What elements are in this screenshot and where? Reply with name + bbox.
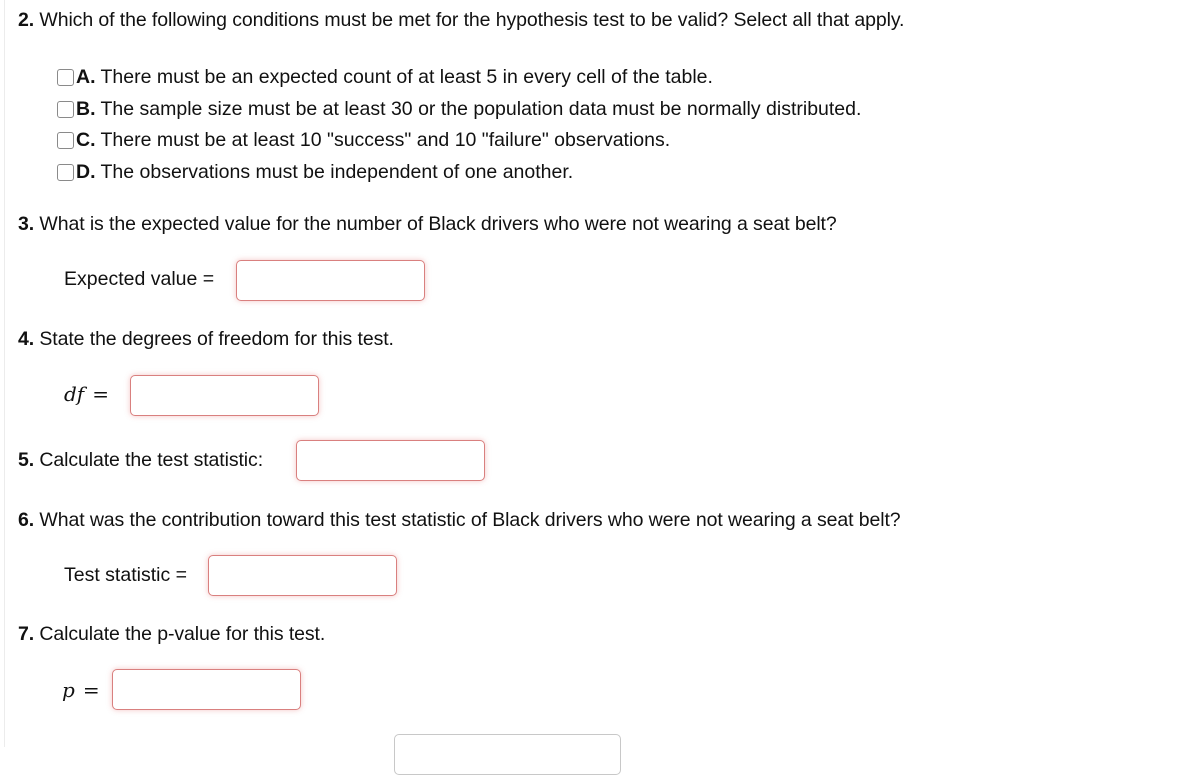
option-text: The sample size must be at least 30 or t…	[100, 98, 862, 120]
option-text: There must be at least 10 "success" and …	[100, 129, 671, 151]
question-number: 6.	[18, 509, 35, 531]
question-number: 2.	[18, 9, 35, 31]
next-question-input[interactable]	[394, 734, 621, 775]
option-letter: D.	[76, 161, 96, 183]
contribution-field[interactable]	[209, 556, 396, 595]
expected-value-input[interactable]	[236, 260, 425, 301]
question-number: 4.	[18, 328, 35, 350]
option-letter: A.	[76, 66, 96, 88]
question-2: 2. Which of the following conditions mus…	[18, 9, 904, 32]
option-b[interactable]: B. The sample size must be at least 30 o…	[57, 98, 861, 121]
question-4: 4. State the degrees of freedom for this…	[18, 328, 394, 351]
left-border	[4, 0, 5, 747]
question-text: Calculate the p-value for this test.	[34, 623, 326, 645]
question-text: What was the contribution toward this te…	[34, 509, 901, 531]
question-number: 5.	[18, 449, 35, 471]
option-d[interactable]: D. The observations must be independent …	[57, 161, 573, 184]
question-6: 6. What was the contribution toward this…	[18, 509, 901, 532]
test-statistic-field[interactable]	[297, 441, 484, 480]
contribution-input[interactable]	[208, 555, 397, 596]
df-label: df =	[64, 382, 109, 406]
option-a[interactable]: A. There must be an expected count of at…	[57, 66, 713, 89]
checkbox[interactable]	[57, 164, 74, 181]
checkbox[interactable]	[57, 101, 74, 118]
question-text: What is the expected value for the numbe…	[34, 213, 837, 235]
test-statistic-input[interactable]	[296, 440, 485, 481]
option-c[interactable]: C. There must be at least 10 "success" a…	[57, 129, 670, 152]
p-value-input[interactable]	[112, 669, 301, 710]
question-text: Calculate the test statistic:	[34, 449, 264, 471]
p-value-field[interactable]	[113, 670, 300, 709]
question-number: 7.	[18, 623, 35, 645]
checkbox[interactable]	[57, 132, 74, 149]
question-text: Which of the following conditions must b…	[34, 9, 905, 31]
df-field[interactable]	[131, 376, 318, 415]
contribution-label: Test statistic =	[64, 564, 187, 586]
expected-value-label: Expected value =	[64, 268, 215, 290]
p-label: p =	[62, 678, 100, 702]
question-number: 3.	[18, 213, 35, 235]
option-letter: C.	[76, 129, 96, 151]
option-letter: B.	[76, 98, 96, 120]
df-symbol: df	[64, 382, 85, 406]
question-3: 3. What is the expected value for the nu…	[18, 213, 837, 236]
option-text: The observations must be independent of …	[100, 161, 574, 183]
option-text: There must be an expected count of at le…	[100, 66, 713, 88]
expected-value-field[interactable]	[237, 261, 424, 300]
question-7: 7. Calculate the p-value for this test.	[18, 623, 325, 646]
checkbox[interactable]	[57, 69, 74, 86]
p-symbol: p	[62, 678, 75, 702]
equals-sign: =	[92, 382, 109, 406]
df-input[interactable]	[130, 375, 319, 416]
question-5: 5. Calculate the test statistic:	[18, 449, 263, 472]
question-text: State the degrees of freedom for this te…	[34, 328, 394, 350]
equals-sign: =	[82, 678, 100, 702]
